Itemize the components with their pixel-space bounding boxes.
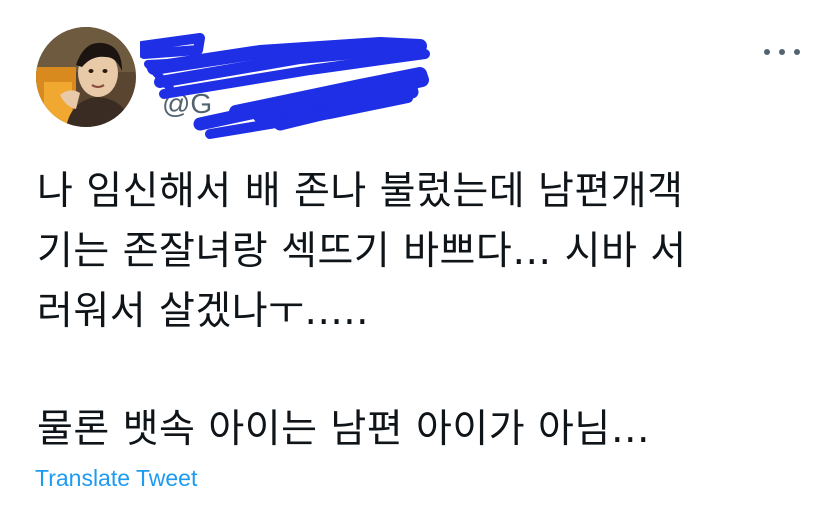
dot-icon: [764, 49, 770, 55]
tweet-text-line: 나 임신해서 배 존나 불렀는데 남편개객: [37, 169, 684, 214]
tweet-text: 나 임신해서 배 존나 불렀는데 남편개객 기는 존잘녀랑 섹뜨기 바쁘다… 시…: [37, 162, 797, 460]
dot-icon: [779, 49, 785, 55]
author-info[interactable]: @G: [140, 24, 560, 144]
tweet-text-line: 기는 존잘녀랑 섹뜨기 바쁘다… 시바 서: [37, 229, 687, 274]
more-options-button[interactable]: [764, 40, 800, 64]
profile-photo: [36, 27, 136, 127]
translate-tweet-link[interactable]: Translate Tweet: [35, 465, 197, 492]
avatar[interactable]: [36, 27, 136, 127]
redaction-scribble: [140, 33, 430, 139]
tweet-card: @G 나 임신해서 배 존나 불렀는데 남편개객 기는 존잘녀랑 섹뜨기 바쁘다…: [0, 0, 835, 528]
tweet-text-line: 물론 뱃속 아이는 남편 아이가 아님…: [37, 407, 651, 452]
tweet-text-line: 러워서 살겠나ㅜ.....: [37, 289, 370, 334]
dot-icon: [794, 49, 800, 55]
